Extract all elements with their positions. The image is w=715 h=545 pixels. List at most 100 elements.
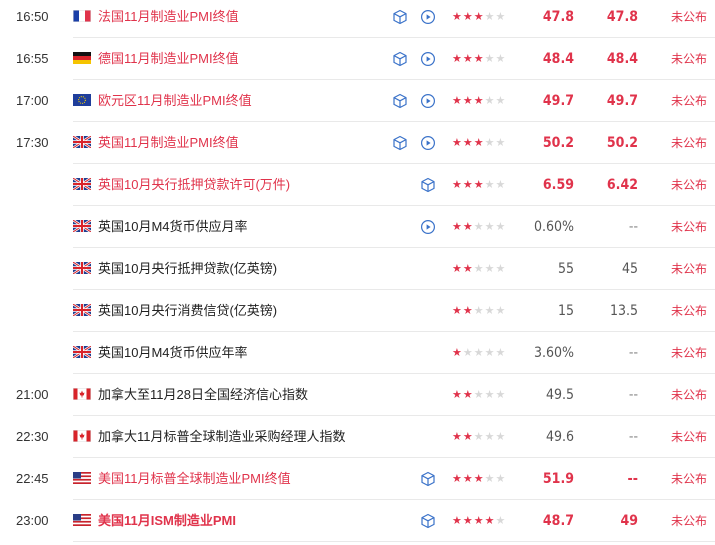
cube-icon[interactable] [392, 51, 408, 67]
status-label: 未公布 [671, 304, 708, 318]
status-label: 未公布 [671, 136, 708, 150]
forecast-value: -- [628, 387, 638, 403]
star-filled-icon: ★ [473, 179, 485, 191]
cube-icon[interactable] [420, 471, 436, 487]
status-label: 未公布 [671, 262, 708, 276]
cube-icon[interactable] [392, 135, 408, 151]
forecast-value: -- [628, 219, 638, 235]
play-circle-icon[interactable] [420, 93, 436, 109]
previous-value: 49.6 [545, 429, 574, 445]
event-name[interactable]: 欧元区11月制造业PMI终值 [98, 80, 252, 122]
star-empty-icon: ★ [484, 221, 496, 233]
event-name[interactable]: 法国11月制造业PMI终值 [98, 0, 239, 38]
play-circle-icon[interactable] [420, 9, 436, 25]
event-name[interactable]: 英国10月M4货币供应月率 [98, 206, 248, 248]
status-label: 未公布 [671, 472, 708, 486]
event-row[interactable]: 17:00 欧元区11月制造业PMI终值 ★★★★★ 49.7 49.7 未公布 [0, 80, 715, 122]
importance-stars: ★★★★★ [452, 164, 506, 206]
event-time: 23:00 [16, 513, 49, 528]
play-circle-icon[interactable] [420, 219, 436, 235]
star-empty-icon: ★ [484, 347, 496, 359]
previous-value: 49.7 [542, 93, 574, 109]
event-time: 22:30 [16, 429, 49, 444]
status-label: 未公布 [671, 10, 708, 24]
star-filled-icon: ★ [462, 305, 474, 317]
event-row[interactable]: 17:30 英国11月制造业PMI终值 ★★★★★ 50.2 50.2 未公布 [0, 122, 715, 164]
star-filled-icon: ★ [484, 515, 496, 527]
event-name[interactable]: 英国11月制造业PMI终值 [98, 122, 239, 164]
event-row[interactable]: 16:55 德国11月制造业PMI终值 ★★★★★ 48.4 48.4 未公布 [0, 38, 715, 80]
event-row[interactable]: 22:45 美国11月标普全球制造业PMI终值 ★★★★★ 51.9 -- 未公布 [0, 458, 715, 500]
star-filled-icon: ★ [473, 11, 485, 23]
cube-icon[interactable] [420, 513, 436, 529]
forecast-value: 50.2 [606, 135, 638, 151]
event-row[interactable]: 16:50 法国11月制造业PMI终值 ★★★★★ 47.8 47.8 未公布 [0, 0, 715, 38]
star-filled-icon: ★ [462, 179, 474, 191]
event-name[interactable]: 英国10月央行消费信贷(亿英镑) [98, 290, 277, 332]
event-row[interactable]: 英国10月M4货币供应年率 ★★★★★ 3.60% -- 未公布 [0, 332, 715, 374]
event-name[interactable]: 美国11月ISM制造业PMI [98, 500, 236, 542]
uk-flag-icon [73, 304, 91, 316]
event-name[interactable]: 英国10月央行抵押贷款许可(万件) [98, 164, 290, 206]
star-empty-icon: ★ [473, 347, 485, 359]
star-filled-icon: ★ [452, 263, 463, 275]
cube-icon[interactable] [392, 9, 408, 25]
star-filled-icon: ★ [462, 263, 474, 275]
previous-value: 49.5 [545, 387, 574, 403]
forecast-value: -- [628, 345, 638, 361]
star-filled-icon: ★ [462, 515, 474, 527]
star-empty-icon: ★ [473, 389, 485, 401]
event-name[interactable]: 美国11月标普全球制造业PMI终值 [98, 458, 291, 500]
importance-stars: ★★★★★ [452, 206, 506, 248]
event-time: 16:50 [16, 9, 49, 24]
event-row[interactable]: 23:00 美国11月ISM制造业PMI ★★★★★ 48.7 49 未公布 [0, 500, 715, 542]
status-label: 未公布 [671, 178, 708, 192]
importance-stars: ★★★★★ [452, 80, 506, 122]
star-empty-icon: ★ [484, 137, 496, 149]
previous-value: 50.2 [542, 135, 574, 151]
star-empty-icon: ★ [484, 179, 496, 191]
event-row[interactable]: 22:30 加拿大11月标普全球制造业采购经理人指数 ★★★★★ 49.6 -- 未公布 [0, 416, 715, 458]
germany-flag-icon [73, 52, 91, 64]
star-empty-icon: ★ [484, 95, 496, 107]
star-empty-icon: ★ [473, 263, 485, 275]
play-circle-icon[interactable] [420, 135, 436, 151]
forecast-value: 13.5 [609, 303, 638, 319]
importance-stars: ★★★★★ [452, 122, 506, 164]
status-label: 未公布 [671, 52, 708, 66]
forecast-value: 45 [621, 261, 638, 277]
previous-value: 48.4 [542, 51, 574, 67]
play-circle-icon[interactable] [420, 51, 436, 67]
status-label: 未公布 [671, 388, 708, 402]
star-filled-icon: ★ [452, 11, 463, 23]
importance-stars: ★★★★★ [452, 0, 506, 38]
previous-value: 0.60% [533, 219, 574, 235]
event-time: 17:00 [16, 93, 49, 108]
event-name[interactable]: 英国10月央行抵押贷款(亿英镑) [98, 248, 277, 290]
uk-flag-icon [73, 346, 91, 358]
event-row[interactable]: 英国10月央行抵押贷款(亿英镑) ★★★★★ 55 45 未公布 [0, 248, 715, 290]
cube-icon[interactable] [420, 177, 436, 193]
event-row[interactable]: 英国10月M4货币供应月率 ★★★★★ 0.60% -- 未公布 [0, 206, 715, 248]
star-filled-icon: ★ [462, 221, 474, 233]
event-row[interactable]: 21:00 加拿大至11月28日全国经济信心指数 ★★★★★ 49.5 -- 未公布 [0, 374, 715, 416]
event-row[interactable]: 英国10月央行抵押贷款许可(万件) ★★★★★ 6.59 6.42 未公布 [0, 164, 715, 206]
event-name[interactable]: 英国10月M4货币供应年率 [98, 332, 248, 374]
event-name[interactable]: 加拿大至11月28日全国经济信心指数 [98, 374, 308, 416]
event-name[interactable]: 加拿大11月标普全球制造业采购经理人指数 [98, 416, 346, 458]
star-filled-icon: ★ [473, 515, 485, 527]
event-row[interactable]: 英国10月央行消费信贷(亿英镑) ★★★★★ 15 13.5 未公布 [0, 290, 715, 332]
uk-flag-icon [73, 136, 91, 148]
star-filled-icon: ★ [473, 137, 485, 149]
event-time: 16:55 [16, 51, 49, 66]
importance-stars: ★★★★★ [452, 458, 506, 500]
star-empty-icon: ★ [484, 263, 496, 275]
star-empty-icon: ★ [473, 221, 485, 233]
cube-icon[interactable] [392, 93, 408, 109]
event-name[interactable]: 德国11月制造业PMI终值 [98, 38, 239, 80]
previous-value: 48.7 [542, 513, 574, 529]
forecast-value: 49 [620, 513, 638, 529]
star-empty-icon: ★ [484, 305, 496, 317]
star-filled-icon: ★ [452, 431, 463, 443]
forecast-value: 48.4 [606, 51, 638, 67]
